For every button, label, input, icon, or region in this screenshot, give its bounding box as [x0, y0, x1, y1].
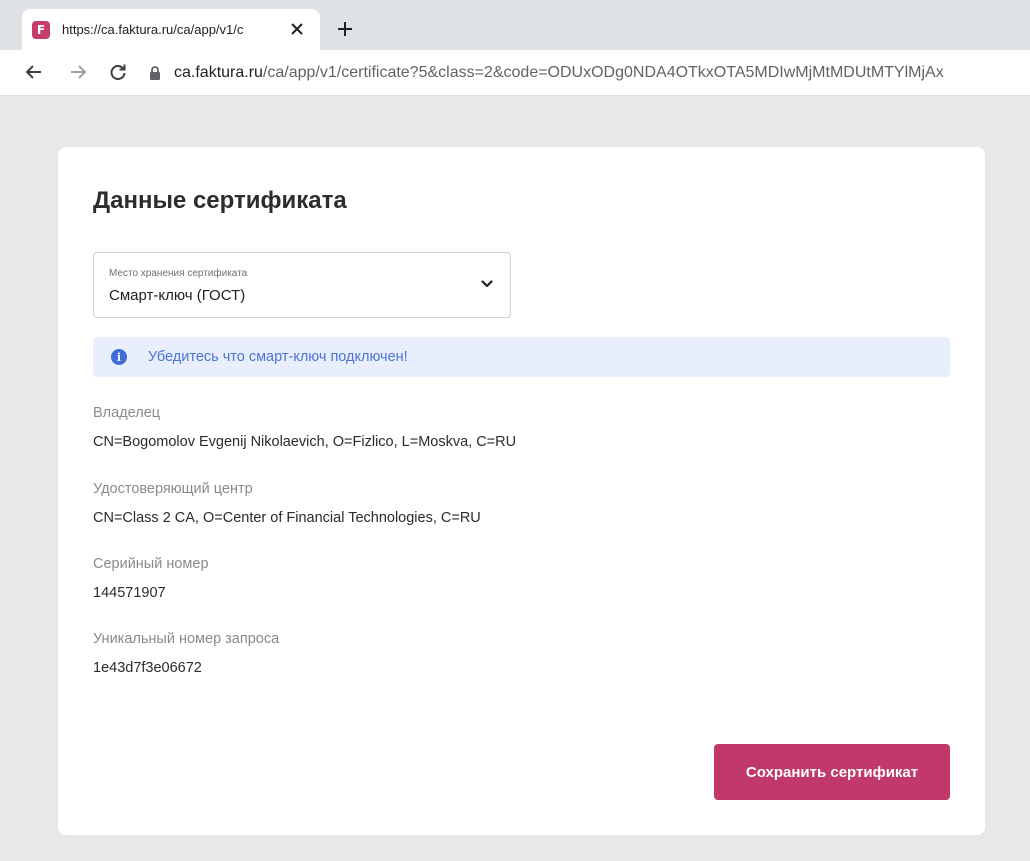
serial-value: 144571907	[93, 585, 166, 601]
owner-label: Владелец	[93, 405, 161, 421]
storage-select[interactable]: Место хранения сертификата Смарт-ключ (Г…	[93, 252, 511, 318]
storage-select-label: Место хранения сертификата	[109, 268, 248, 279]
url-text: ca.faktura.ru/ca/app/v1/certificate?5&cl…	[174, 64, 944, 82]
save-certificate-button[interactable]: Сохранить сертификат	[714, 744, 950, 800]
storage-select-value: Смарт-ключ (ГОСТ)	[109, 287, 246, 304]
serial-field: Серийный номер 144571907	[93, 556, 209, 601]
owner-field: Владелец CN=Bogomolov Evgenij Nikolaevic…	[93, 405, 516, 450]
address-bar[interactable]: ca.faktura.ru/ca/app/v1/certificate?5&cl…	[148, 58, 1030, 88]
plus-icon[interactable]	[334, 18, 356, 40]
issuer-value: CN=Class 2 CA, O=Center of Financial Tec…	[93, 510, 481, 526]
info-icon: i	[111, 349, 127, 365]
info-alert-text: Убедитесь что смарт-ключ подключен!	[148, 349, 408, 365]
info-alert: i Убедитесь что смарт-ключ подключен!	[93, 337, 950, 377]
page-title: Данные сертификата	[93, 187, 347, 214]
browser-tab-bar: F https://ca.faktura.ru/ca/app/v1/c	[0, 0, 1030, 50]
request-id-field: Уникальный номер запроса 1e43d7f3e06672	[93, 631, 279, 676]
chevron-down-icon	[480, 277, 494, 291]
issuer-label: Удостоверяющий центр	[93, 481, 253, 497]
close-icon[interactable]	[288, 20, 306, 38]
url-host: ca.faktura.ru	[174, 64, 263, 81]
request-id-value: 1e43d7f3e06672	[93, 660, 202, 676]
forward-arrow-icon[interactable]	[66, 60, 90, 84]
favicon-icon: F	[32, 20, 50, 39]
request-id-label: Уникальный номер запроса	[93, 631, 280, 647]
issuer-field: Удостоверяющий центр CN=Class 2 CA, O=Ce…	[93, 481, 481, 526]
page-background: Данные сертификата Место хранения сертиф…	[0, 96, 1030, 861]
owner-value: CN=Bogomolov Evgenij Nikolaevich, O=Fizl…	[93, 434, 517, 450]
certificate-card: Данные сертификата Место хранения сертиф…	[58, 147, 985, 835]
back-arrow-icon[interactable]	[22, 60, 46, 84]
browser-toolbar: ca.faktura.ru/ca/app/v1/certificate?5&cl…	[0, 50, 1030, 96]
browser-tab[interactable]: F https://ca.faktura.ru/ca/app/v1/c	[22, 9, 320, 50]
lock-icon	[148, 65, 162, 81]
tab-title: https://ca.faktura.ru/ca/app/v1/c	[62, 22, 244, 37]
reload-icon[interactable]	[106, 60, 130, 84]
url-path: /ca/app/v1/certificate?5&class=2&code=OD…	[262, 64, 944, 81]
serial-label: Серийный номер	[93, 556, 209, 572]
